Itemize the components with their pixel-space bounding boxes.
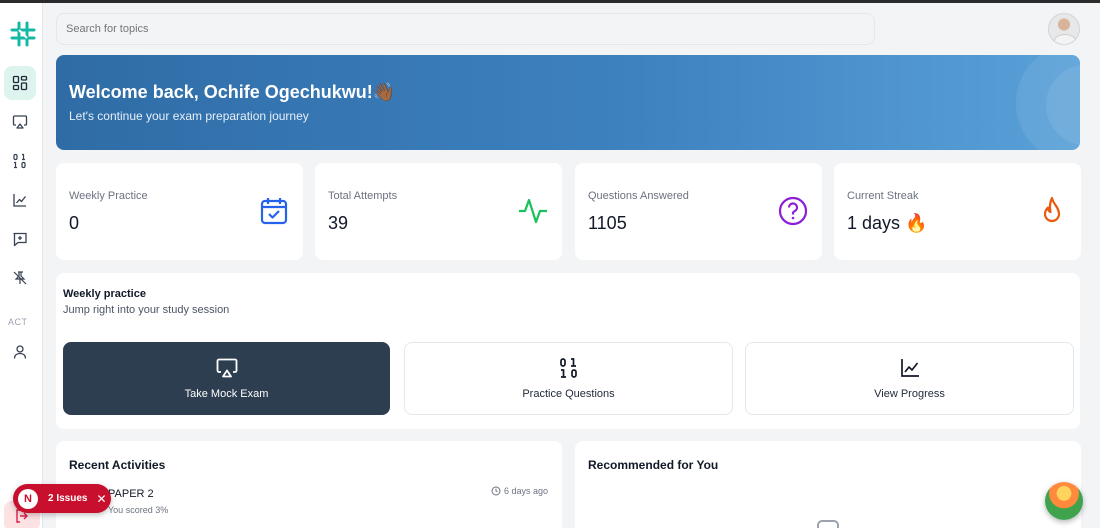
avatar-shoulders <box>1054 34 1076 44</box>
activity-icon <box>519 198 547 224</box>
panel-title: Weekly practice <box>63 288 146 300</box>
clock-icon <box>491 486 501 496</box>
weekly-practice-panel: Weekly practice Jump right into your stu… <box>56 273 1080 429</box>
sidebar-item-unpinned[interactable] <box>4 261 36 295</box>
action-label: Practice Questions <box>522 388 615 400</box>
stat-card-weekly-practice: Weekly Practice 0 <box>56 163 303 260</box>
stat-card-questions-answered: Questions Answered 1105 <box>575 163 822 260</box>
stat-value: 0 <box>69 213 80 233</box>
message-plus-icon <box>13 232 27 247</box>
stat-label: Weekly Practice <box>69 190 148 202</box>
sidebar-item-progress[interactable] <box>4 183 36 217</box>
sidebar-item-messages[interactable] <box>4 222 36 256</box>
pin-off-icon <box>13 271 27 285</box>
chart-line-icon <box>13 194 27 207</box>
stat-label: Current Streak <box>847 190 919 202</box>
stat-value: 1105 <box>588 213 627 233</box>
brand-logo-icon[interactable] <box>10 21 36 47</box>
stat-card-current-streak: Current Streak 1 days 🔥 <box>834 163 1081 260</box>
help-circle-icon <box>778 196 808 226</box>
issues-label: 2 Issues <box>48 493 88 504</box>
panel-title: Recommended for You <box>588 458 719 472</box>
view-progress-button[interactable]: View Progress <box>745 342 1074 415</box>
airplay-icon <box>216 358 237 378</box>
welcome-title: Welcome back, Ochife Ogechukwu!👋🏾 <box>69 82 396 102</box>
sidebar: ACT <box>0 3 43 528</box>
calendar-check-icon <box>260 198 288 225</box>
recommended-panel: Recommended for You <box>575 441 1081 528</box>
activity-score: You scored 3% <box>108 505 169 515</box>
activity-time: 6 days ago <box>491 486 548 496</box>
stat-value: 39 <box>328 213 349 233</box>
dashboard-grid-icon <box>12 75 28 91</box>
sidebar-item-practice[interactable] <box>4 144 36 178</box>
stat-card-total-attempts: Total Attempts 39 <box>315 163 562 260</box>
sidebar-section-label: ACT <box>8 317 28 327</box>
action-label: Take Mock Exam <box>184 388 269 400</box>
practice-questions-button[interactable]: Practice Questions <box>404 342 733 415</box>
binary-icon <box>13 153 26 169</box>
activity-name[interactable]: PAPER 2 <box>108 488 154 500</box>
airplay-icon <box>12 115 28 129</box>
action-label: View Progress <box>874 388 945 400</box>
panel-subtitle: Jump right into your study session <box>63 304 230 316</box>
placeholder-icon <box>817 520 839 528</box>
stat-value: 1 days 🔥 <box>847 213 928 233</box>
user-icon <box>13 345 27 359</box>
stat-label: Total Attempts <box>328 190 398 202</box>
sidebar-item-dashboard[interactable] <box>4 66 36 100</box>
floating-help-button[interactable] <box>1045 482 1083 520</box>
chart-line-icon <box>900 359 919 377</box>
binary-icon <box>559 358 577 378</box>
stat-label: Questions Answered <box>588 190 689 202</box>
welcome-banner: Welcome back, Ochife Ogechukwu!👋🏾 Let's … <box>56 55 1080 150</box>
avatar[interactable] <box>1048 13 1080 45</box>
welcome-subtitle: Let's continue your exam preparation jou… <box>69 109 309 123</box>
recent-activities-panel: Recent Activities PAPER 2 You scored 3% … <box>56 441 562 528</box>
activity-time-label: 6 days ago <box>503 486 548 496</box>
panel-title: Recent Activities <box>69 458 166 472</box>
sidebar-item-account[interactable] <box>4 335 36 369</box>
search-input[interactable] <box>56 13 875 45</box>
issues-badge[interactable]: N 2 Issues ✕ <box>13 484 111 513</box>
window-top-border <box>0 0 1100 3</box>
sidebar-item-mock-exam[interactable] <box>4 105 36 139</box>
close-icon[interactable]: ✕ <box>96 492 106 506</box>
take-mock-exam-button[interactable]: Take Mock Exam <box>63 342 390 415</box>
nextjs-logo-icon: N <box>18 488 38 509</box>
flame-icon <box>1043 196 1061 223</box>
